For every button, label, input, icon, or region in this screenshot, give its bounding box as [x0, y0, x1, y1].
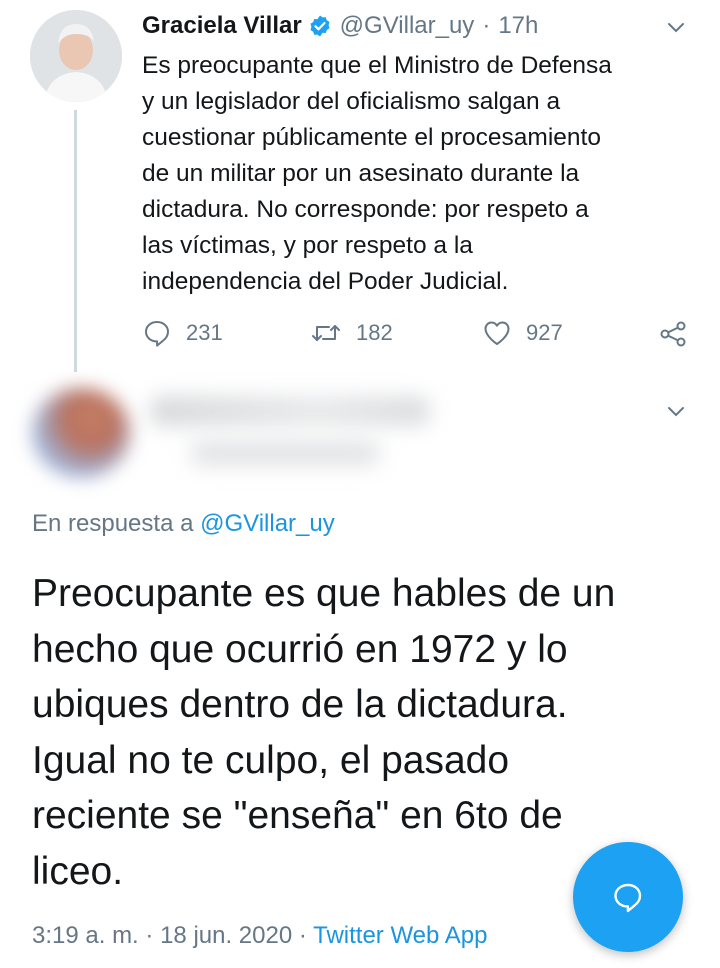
- reply-author-name-redacted: [150, 396, 430, 426]
- meta-separator: ·: [145, 922, 154, 949]
- reply-text-line: Igual no te culpo, el pasado: [32, 738, 510, 782]
- in-reply-prefix: En respuesta a: [32, 510, 194, 537]
- reply-source-link[interactable]: Twitter Web App: [313, 922, 487, 949]
- reply-author-handle-redacted: [190, 440, 380, 466]
- meta-separator: ·: [298, 922, 307, 949]
- retweet-button[interactable]: 182: [310, 318, 393, 348]
- author-name[interactable]: Graciela Villar: [142, 12, 302, 40]
- reply-text: Preocupante es que hables de un hecho qu…: [32, 566, 692, 899]
- avatar-photo-icon: [30, 10, 122, 102]
- tweet-text-line: las víctimas, y por respeto a la: [142, 232, 473, 259]
- thread-connector-line: [74, 110, 77, 372]
- header-separator: ·: [482, 12, 491, 39]
- tweet-text-line: dictadura. No corresponde: por respeto a: [142, 196, 589, 223]
- reply-icon: [145, 321, 169, 347]
- in-reply-mention-link[interactable]: @GVillar_uy: [200, 510, 335, 537]
- parent-tweet[interactable]: Graciela Villar @GVillar_uy · 17h Es pre…: [0, 0, 720, 380]
- tweet-header: Graciela Villar @GVillar_uy · 17h: [142, 8, 538, 44]
- tweet-text-line: independencia del Poder Judicial.: [142, 268, 509, 295]
- share-button[interactable]: [657, 318, 703, 350]
- verified-badge-icon: [308, 14, 332, 38]
- reply-count: 231: [186, 320, 223, 345]
- reply-text-line: reciente se "enseña" en 6to de: [32, 794, 563, 837]
- chevron-down-icon[interactable]: [665, 16, 687, 38]
- reply-text-line: hecho que ocurrió en 1972 y lo: [32, 627, 568, 671]
- tweet-text-line: de un militar por un asesinato durante l…: [142, 160, 580, 187]
- tweet-actions: 231 182 927: [142, 318, 702, 354]
- like-count: 927: [526, 320, 563, 345]
- tweet-text-line: y un legislador del oficialismo salgan a: [142, 88, 561, 115]
- tweet-time[interactable]: 17h: [498, 12, 538, 40]
- retweet-icon: [312, 325, 340, 341]
- share-icon: [660, 321, 686, 347]
- reply-button[interactable]: 231: [142, 318, 223, 348]
- tweet-text-line: Es preocupante que el Ministro de Defens…: [142, 52, 612, 79]
- chevron-down-icon[interactable]: [665, 400, 687, 422]
- tweet-text: Es preocupante que el Ministro de Defens…: [142, 48, 702, 300]
- retweet-count: 182: [356, 320, 393, 345]
- compose-bubble-icon: [614, 883, 642, 913]
- compose-reply-button[interactable]: [573, 842, 683, 952]
- like-icon: [484, 321, 510, 345]
- in-reply-to: En respuesta a @GVillar_uy: [32, 510, 335, 538]
- reply-metadata: 3:19 a. m. · 18 jun. 2020 · Twitter Web …: [32, 922, 487, 950]
- reply-author-avatar[interactable]: [32, 388, 130, 478]
- author-handle[interactable]: @GVillar_uy: [340, 12, 475, 40]
- reply-text-line: ubiques dentro de la dictadura.: [32, 683, 568, 726]
- reply-timestamp[interactable]: 3:19 a. m.: [32, 922, 139, 949]
- reply-text-line: Preocupante es que hables de un: [32, 572, 616, 615]
- author-avatar[interactable]: [30, 10, 122, 102]
- like-button[interactable]: 927: [482, 318, 563, 348]
- reply-date[interactable]: 18 jun. 2020: [160, 922, 292, 949]
- tweet-text-line: cuestionar públicamente el procesamiento: [142, 124, 601, 151]
